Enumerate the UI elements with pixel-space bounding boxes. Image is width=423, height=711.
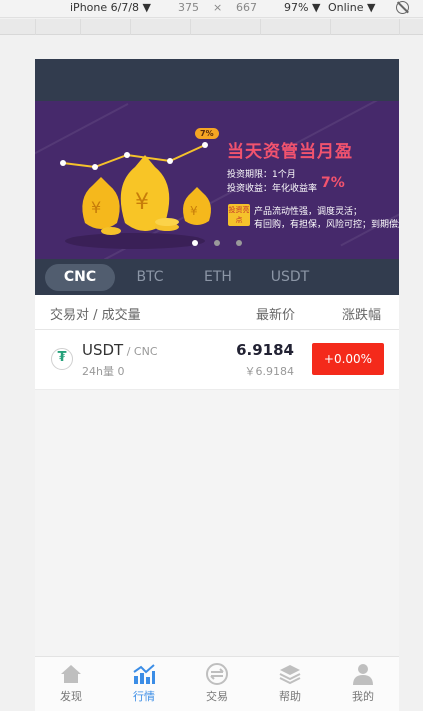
tab-eth[interactable]: ETH: [185, 264, 251, 291]
svg-text:¥: ¥: [91, 198, 101, 217]
tether-icon: ₮: [51, 348, 73, 370]
tabbar-item-discover[interactable]: 发现: [48, 662, 94, 704]
tabbar-label: 帮助: [279, 690, 301, 703]
carousel-dot[interactable]: [236, 240, 242, 246]
zoom-select[interactable]: 97% ▼: [284, 1, 320, 14]
network-throttle-select[interactable]: Online ▼: [328, 1, 375, 14]
coin-name: USDT / CNC: [82, 341, 158, 359]
media-query-ruler: [0, 19, 423, 35]
phone-viewport: ¥ ¥ ¥ 7% 当天资管当月盈 投资期限：1个月 投资收益：年化收益率 7% …: [35, 59, 399, 711]
change-badge[interactable]: +0.00%: [312, 343, 384, 375]
table-row[interactable]: ₮ USDT / CNC 24h量 0 6.9184 ￥6.9184 +0.00…: [35, 330, 399, 390]
money-bags-illustration: ¥ ¥ ¥: [60, 142, 211, 249]
tabbar-item-trade[interactable]: 交易: [194, 662, 240, 704]
rotate-icon[interactable]: [396, 1, 409, 14]
volume-24h: 24h量 0: [82, 365, 125, 378]
tabbar-label: 交易: [206, 690, 228, 703]
device-select[interactable]: iPhone 6/7/8 ▼: [70, 1, 151, 14]
carousel-dot[interactable]: [192, 240, 198, 246]
banner-feature-1: 产品流动性强，调度灵活；: [254, 207, 363, 217]
rate-badge: 7%: [195, 128, 219, 139]
carousel-dots: [35, 240, 399, 246]
user-icon: [351, 662, 375, 686]
tab-usdt[interactable]: USDT: [257, 264, 323, 291]
quote-currency: / CNC: [123, 345, 158, 358]
market-tabs: CNC BTC ETH USDT: [35, 259, 399, 295]
viewport-height-input[interactable]: 667: [236, 1, 257, 14]
devtools-toolbar: iPhone 6/7/8 ▼ 375 × 667 97% ▼ Online ▼: [0, 0, 423, 18]
table-header: 交易对 / 成交量 最新价 涨跌幅: [35, 295, 399, 330]
last-price: 6.9184: [236, 341, 294, 359]
tabbar-label: 发现: [60, 690, 82, 703]
chart-icon: [132, 662, 156, 686]
tab-cnc[interactable]: CNC: [45, 264, 115, 291]
viewport-width-input[interactable]: 375: [178, 1, 199, 14]
coin-symbol: USDT: [82, 341, 124, 359]
highlight-tag: 投资亮点: [228, 204, 250, 226]
tabbar-item-market[interactable]: 行情: [121, 662, 167, 704]
banner-title: 当天资管当月盈: [227, 142, 353, 162]
col-pair-header[interactable]: 交易对 / 成交量: [50, 304, 141, 323]
tabbar-label: 我的: [352, 690, 374, 703]
banner-feature-2: 有回购，有担保，风险可控；到期偿还: [254, 220, 399, 230]
carousel-dot[interactable]: [214, 240, 220, 246]
svg-text:¥: ¥: [135, 190, 149, 215]
banner-term: 投资期限：1个月: [227, 170, 296, 180]
banner-rate: 7%: [321, 175, 345, 191]
exchange-icon: [205, 662, 229, 686]
cny-price: ￥6.9184: [244, 365, 295, 378]
col-change-header[interactable]: 涨跌幅: [342, 304, 381, 323]
dimension-separator: ×: [213, 1, 223, 14]
tabbar-item-help[interactable]: 帮助: [267, 662, 313, 704]
banner-yield: 投资收益：年化收益率: [227, 184, 318, 194]
home-icon: [59, 662, 83, 686]
bottom-tabbar: 发现 行情 交易 帮助 我的: [35, 656, 399, 711]
svg-text:¥: ¥: [190, 204, 198, 218]
tab-btc[interactable]: BTC: [117, 264, 183, 291]
promo-banner[interactable]: ¥ ¥ ¥ 7% 当天资管当月盈 投资期限：1个月 投资收益：年化收益率 7% …: [35, 101, 399, 259]
col-price-header[interactable]: 最新价: [256, 304, 295, 323]
layers-icon: [278, 662, 302, 686]
tabbar-item-profile[interactable]: 我的: [340, 662, 386, 704]
app-header: [35, 59, 399, 101]
tabbar-label: 行情: [133, 690, 155, 703]
